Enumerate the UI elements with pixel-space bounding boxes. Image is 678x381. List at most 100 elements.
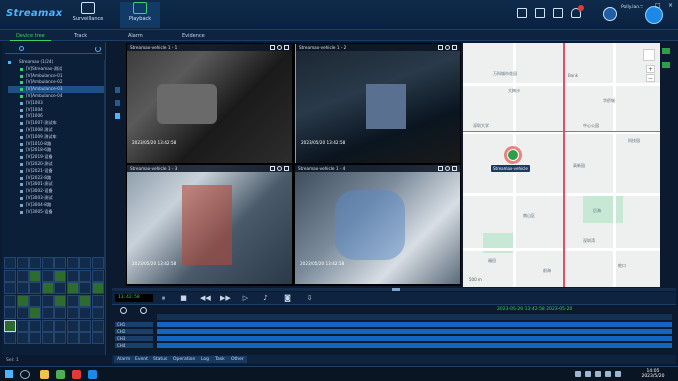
video-tile[interactable]: Streamax-vehicle 1 - 2 2023/05/20 13:42:… xyxy=(295,44,460,163)
battery-icon[interactable] xyxy=(615,371,621,377)
video-tile[interactable]: Streamax-vehicle 1 - 1 2023/05/20 13:42:… xyxy=(127,44,292,163)
avatar[interactable] xyxy=(603,7,617,21)
tree-item[interactable]: [V]Ambulance-04 xyxy=(8,93,106,100)
vehicle-marker-icon[interactable] xyxy=(507,149,519,161)
streamax-app-icon[interactable] xyxy=(88,370,97,379)
tab-status[interactable]: Status xyxy=(150,356,171,363)
channel-cell[interactable] xyxy=(66,257,79,269)
channel-cell[interactable] xyxy=(54,269,66,282)
zoom-in-button[interactable]: + xyxy=(646,65,655,73)
pause-button[interactable]: ⏸ xyxy=(160,295,167,302)
tree-item[interactable]: [V]2019-设备 xyxy=(8,154,106,161)
channel-cell[interactable] xyxy=(16,307,29,319)
search-field[interactable] xyxy=(5,45,102,54)
channel-cell[interactable] xyxy=(4,332,16,344)
map-tool-icon[interactable] xyxy=(662,62,670,68)
tab-alarm-log[interactable]: Alarm xyxy=(114,356,134,363)
download-button[interactable]: ⇩ xyxy=(306,295,313,302)
map-panel[interactable]: 万科城市花园 大梅沙 Bank 华侨城 深圳大学 中心公园 科技园 高新园 南山… xyxy=(463,43,660,287)
refresh-icon[interactable] xyxy=(95,46,101,52)
record-icon[interactable] xyxy=(270,45,275,50)
layout-4-icon[interactable] xyxy=(115,100,120,106)
channel-cell[interactable] xyxy=(66,294,79,307)
snapshot-icon[interactable] xyxy=(277,45,282,50)
clock[interactable]: 14:05 2023/5/20 xyxy=(638,369,668,379)
channel-cell[interactable] xyxy=(4,307,16,319)
channel-cell[interactable] xyxy=(66,319,79,332)
close-icon[interactable] xyxy=(452,166,457,171)
list-icon[interactable] xyxy=(517,8,527,18)
snapshot-icon[interactable] xyxy=(445,45,450,50)
channel-cell[interactable] xyxy=(91,282,104,294)
channel-cell[interactable] xyxy=(29,294,41,307)
timeline-row[interactable]: CH1 xyxy=(115,322,672,327)
close-icon[interactable] xyxy=(284,45,289,50)
volume-tray-icon[interactable] xyxy=(595,371,601,377)
timeline-zoom-out-icon[interactable] xyxy=(140,307,147,314)
timeline-bar[interactable] xyxy=(157,343,672,348)
channel-cell[interactable] xyxy=(54,319,66,332)
channel-cell[interactable] xyxy=(41,332,54,344)
tree-item[interactable]: [V]Streamax-测试 xyxy=(8,66,106,73)
zoom-out-button[interactable]: − xyxy=(646,74,655,82)
channel-cell[interactable] xyxy=(66,307,79,319)
channel-cell[interactable] xyxy=(16,269,29,282)
snapshot-button[interactable]: ◙ xyxy=(284,295,291,302)
tree-item[interactable]: [V]2020-测试 xyxy=(8,161,106,168)
channel-cell[interactable] xyxy=(29,307,41,319)
channel-cell[interactable] xyxy=(66,269,79,282)
tree-root[interactable]: Streamax (1/24) xyxy=(8,59,106,66)
channel-cell[interactable] xyxy=(29,257,41,269)
channel-cell[interactable] xyxy=(41,294,54,307)
channel-cell[interactable] xyxy=(4,294,16,307)
channel-cell[interactable] xyxy=(79,319,91,332)
channel-cell[interactable] xyxy=(79,282,91,294)
close-button[interactable]: × xyxy=(668,2,673,9)
timeline-row[interactable]: CH3 xyxy=(115,336,672,341)
channel-cell[interactable] xyxy=(79,269,91,282)
channel-cell[interactable] xyxy=(29,282,41,294)
tree-item[interactable]: [V]Ambulance-03 xyxy=(8,86,106,93)
channel-cell[interactable] xyxy=(41,257,54,269)
timeline-row[interactable]: CH2 xyxy=(115,329,672,334)
browser-icon[interactable] xyxy=(56,370,65,379)
timeline-ruler[interactable] xyxy=(157,314,672,320)
tree-item[interactable]: [V]1004 xyxy=(8,107,106,114)
record-icon[interactable] xyxy=(438,166,443,171)
windows-start-icon[interactable] xyxy=(5,370,13,378)
channel-cell[interactable] xyxy=(91,294,104,307)
channel-cell[interactable] xyxy=(4,282,16,294)
close-icon[interactable] xyxy=(452,45,457,50)
channel-cell[interactable] xyxy=(54,257,66,269)
ime-icon[interactable] xyxy=(605,371,611,377)
record-icon[interactable] xyxy=(270,166,275,171)
close-icon[interactable] xyxy=(284,166,289,171)
record-icon[interactable] xyxy=(438,45,443,50)
layout-1-icon[interactable] xyxy=(115,87,120,93)
timeline-row[interactable]: CH4 xyxy=(115,343,672,348)
snapshot-icon[interactable] xyxy=(277,166,282,171)
tab-alarm[interactable]: Alarm xyxy=(122,31,149,41)
tree-item[interactable]: [V]3002-设备 xyxy=(8,188,106,195)
channel-cell[interactable] xyxy=(4,319,16,332)
snapshot-icon[interactable] xyxy=(445,166,450,171)
nav-playback[interactable]: Playback xyxy=(120,2,160,28)
maximize-button[interactable]: □ xyxy=(655,2,661,9)
tab-log[interactable]: Log xyxy=(198,356,213,363)
tree-item[interactable]: [V]3001-测试 xyxy=(8,181,106,188)
channel-cell[interactable] xyxy=(66,282,79,294)
tree-item[interactable]: [V]3003-测试 xyxy=(8,195,106,202)
video-tile[interactable]: Streamax-vehicle 1 - 4 2023/05/20 13:42:… xyxy=(295,165,460,284)
tab-device-tree[interactable]: Device tree xyxy=(10,31,51,41)
channel-cell[interactable] xyxy=(29,319,41,332)
minimize-button[interactable]: – xyxy=(640,2,643,9)
tree-item[interactable]: [V]2021-设备 xyxy=(8,168,106,175)
tree-item[interactable]: [V]Ambulance-01 xyxy=(8,73,106,80)
channel-cell[interactable] xyxy=(91,319,104,332)
network-icon[interactable] xyxy=(585,371,591,377)
channel-cell[interactable] xyxy=(79,332,91,344)
channel-cell[interactable] xyxy=(91,307,104,319)
channel-cell[interactable] xyxy=(79,307,91,319)
taskbar-search-icon[interactable] xyxy=(20,370,30,379)
timeline-bar[interactable] xyxy=(157,329,672,334)
